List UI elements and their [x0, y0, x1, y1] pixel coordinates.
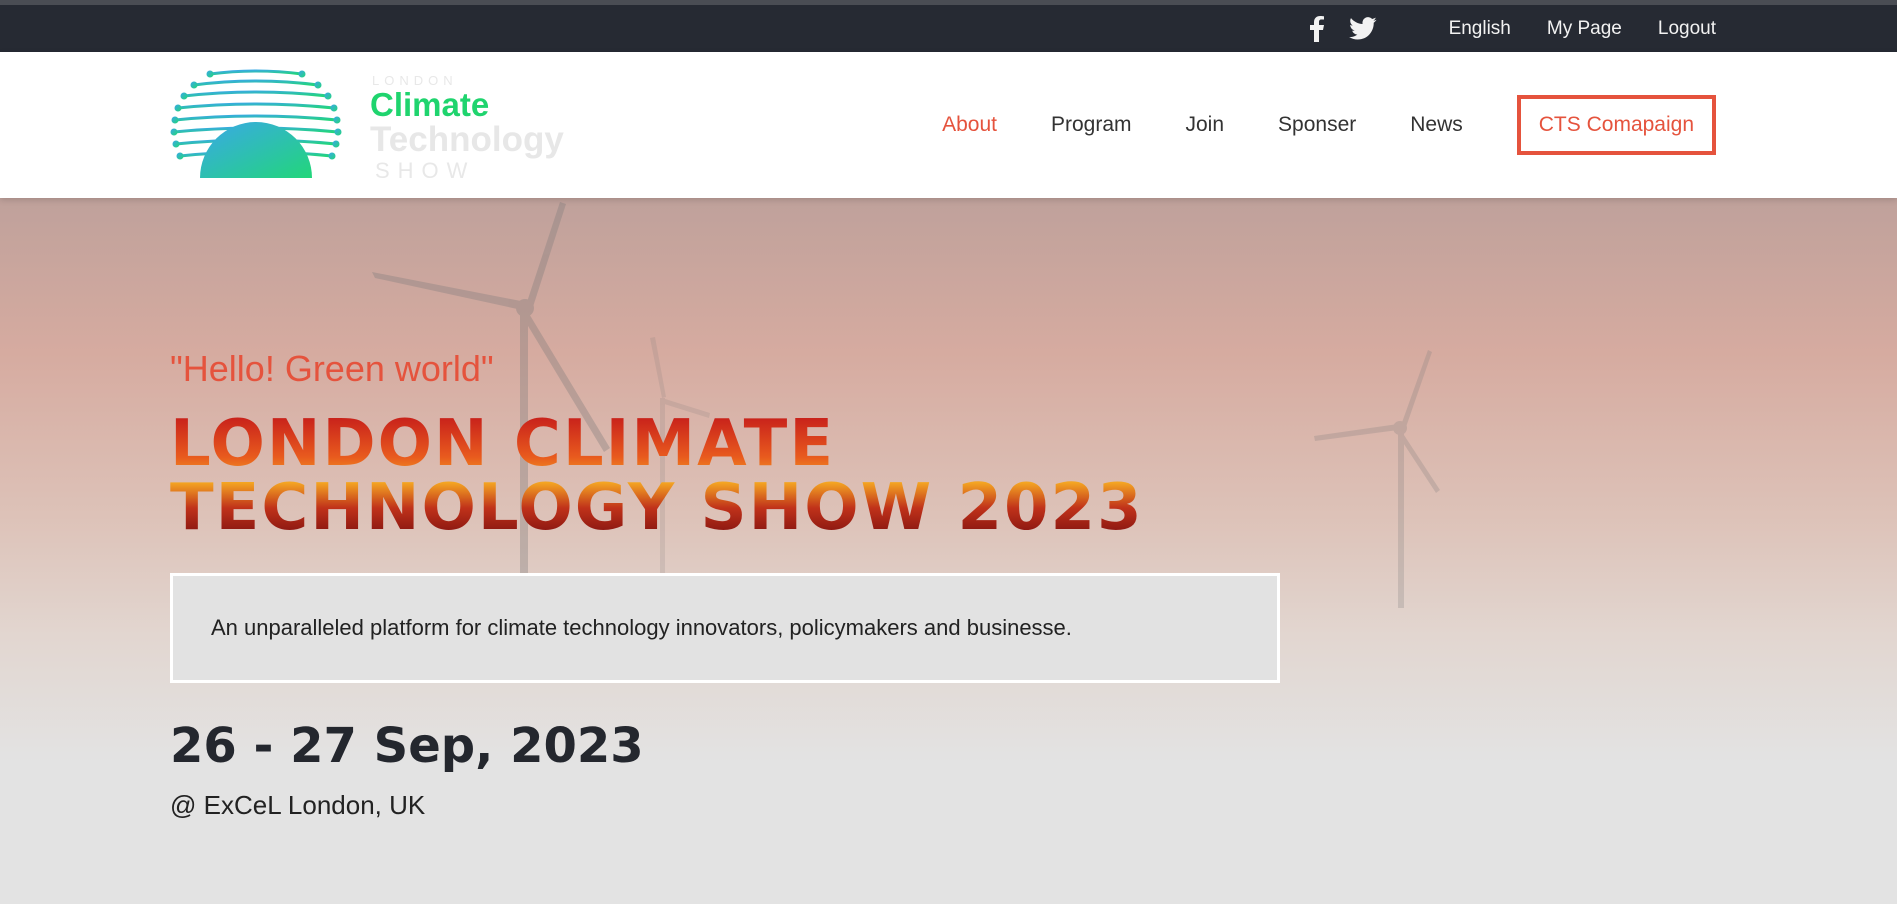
event-date: 26 - 27 Sep, 2023 [170, 718, 644, 774]
logo-text-show: SHOW [375, 158, 476, 183]
cts-campaign-button[interactable]: CTS Comapaign [1516, 95, 1716, 155]
site-header: LONDON Climate Technology SHOW About Pro… [0, 52, 1897, 198]
hero-headline: LONDON CLIMATE TECHNOLOGY SHOW 2023 [170, 412, 1144, 540]
social-links [1309, 15, 1377, 42]
headline-line-2: TECHNOLOGY SHOW 2023 [170, 471, 1144, 545]
logout-link[interactable]: Logout [1658, 18, 1716, 40]
top-bar: English My Page Logout [0, 5, 1897, 52]
hero-description: An unparalleled platform for climate tec… [211, 615, 1072, 640]
hero-description-box: An unparalleled platform for climate tec… [170, 573, 1280, 683]
logo-text-technology: Technology [370, 120, 564, 159]
nav-news[interactable]: News [1410, 113, 1463, 137]
logo-sun-icon [170, 69, 342, 178]
logo-text-climate: Climate [370, 86, 490, 123]
hero-tagline: "Hello! Green world" [170, 348, 494, 389]
facebook-icon[interactable] [1309, 15, 1325, 42]
main-nav: About Program Join Sponser News CTS Coma… [888, 95, 1716, 155]
site-logo[interactable]: LONDON Climate Technology SHOW [170, 68, 570, 183]
twitter-icon[interactable] [1348, 16, 1377, 41]
nav-join[interactable]: Join [1186, 113, 1225, 137]
nav-program[interactable]: Program [1051, 113, 1132, 137]
headline-line-1: LONDON CLIMATE [170, 407, 836, 481]
hero-section: "Hello! Green world" LONDON CLIMATE TECH… [0, 198, 1897, 904]
nav-about[interactable]: About [942, 113, 997, 137]
nav-sponser[interactable]: Sponser [1278, 113, 1356, 137]
language-link[interactable]: English [1449, 18, 1511, 40]
event-venue: @ ExCeL London, UK [170, 790, 426, 820]
my-page-link[interactable]: My Page [1547, 18, 1622, 40]
